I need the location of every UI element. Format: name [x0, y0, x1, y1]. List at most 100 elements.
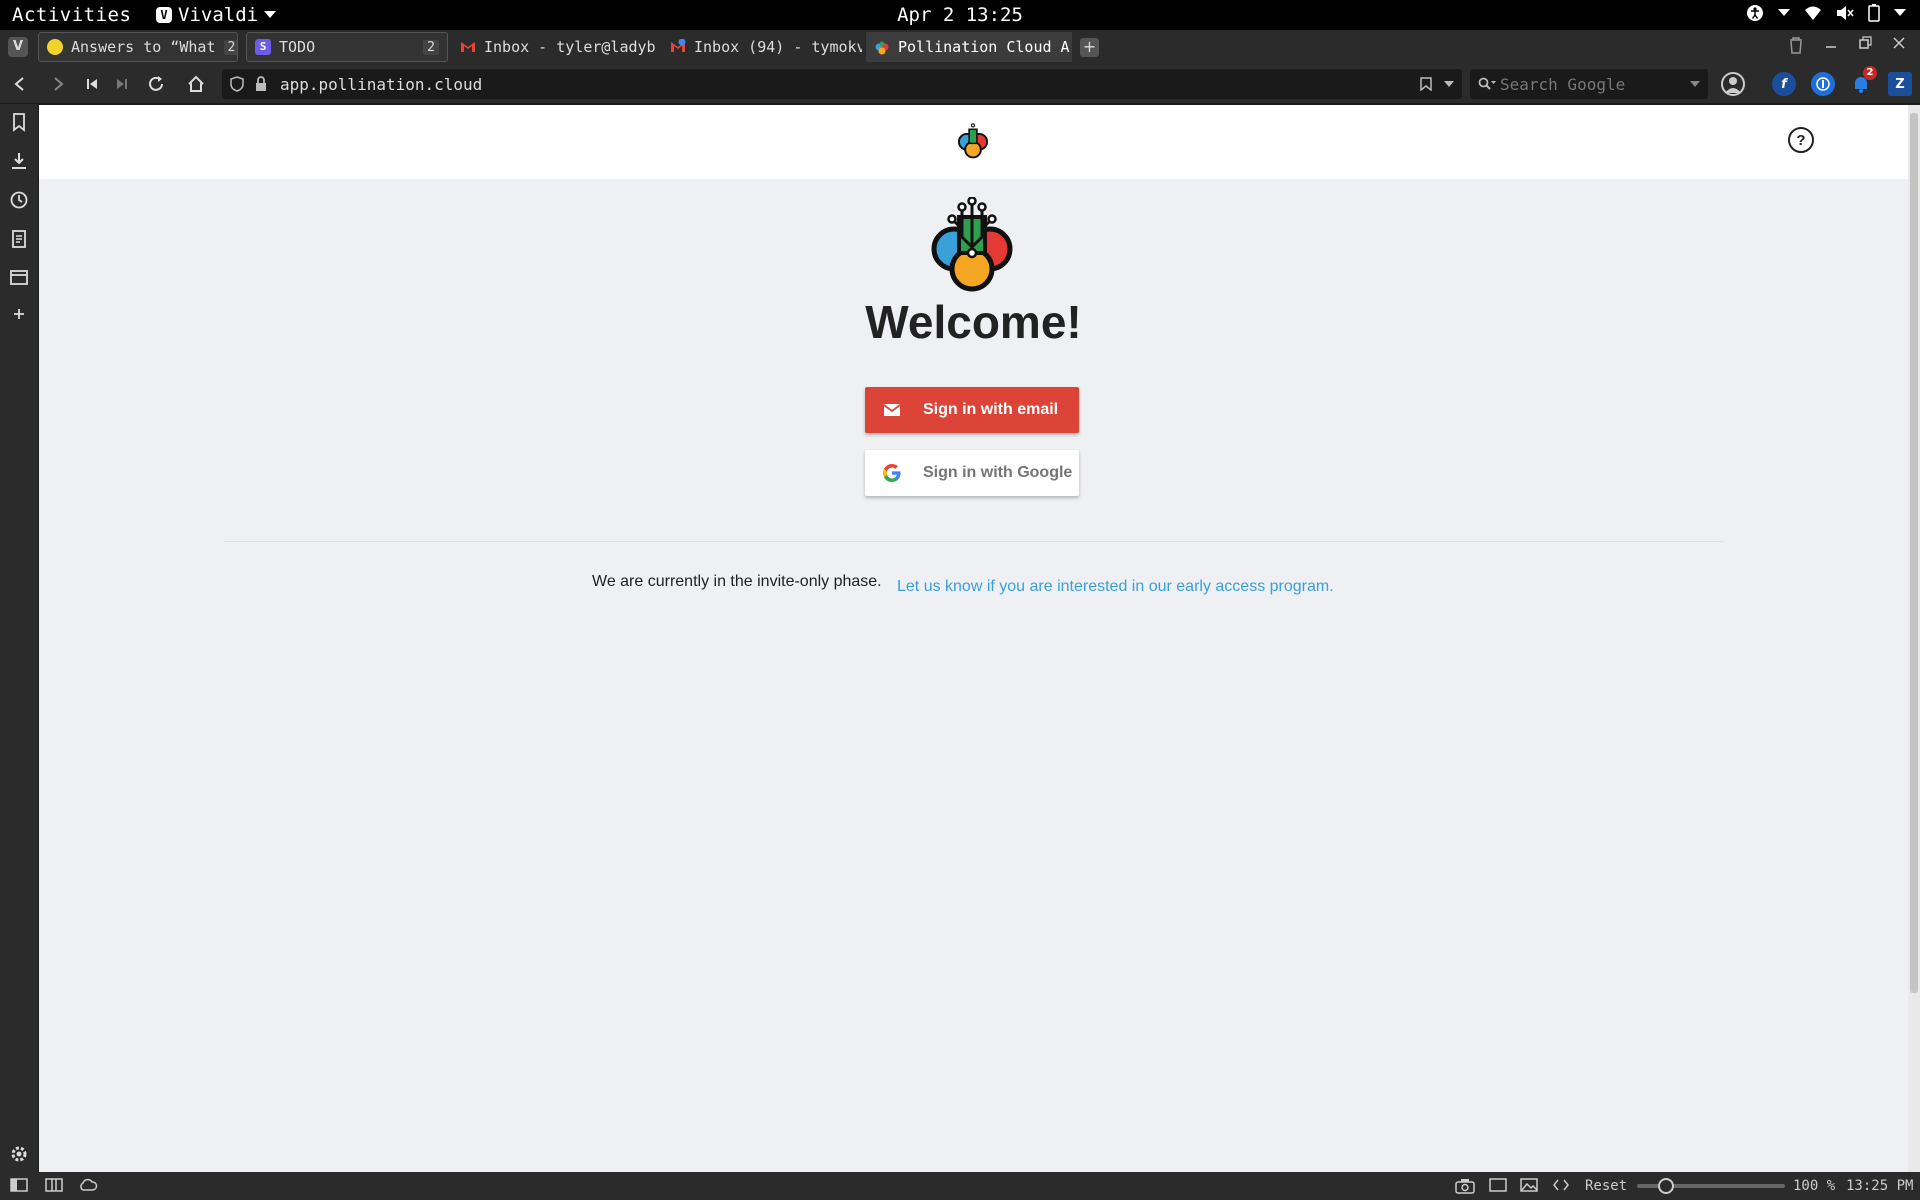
page-header: ? — [39, 105, 1908, 179]
tab-pollination-cloud[interactable]: Pollination Cloud A — [866, 32, 1072, 62]
rewind-button[interactable] — [80, 72, 104, 96]
password-manager-icon[interactable] — [1811, 72, 1835, 96]
window-panel-icon[interactable] — [9, 267, 29, 287]
side-panel — [0, 104, 38, 1172]
page-tiling-icon[interactable] — [1489, 1178, 1507, 1192]
pollination-logo-small-icon[interactable] — [956, 123, 990, 159]
chevron-down-icon — [1778, 9, 1790, 16]
tab-answers[interactable]: Answers to “What 2 — [38, 32, 238, 62]
search-input[interactable] — [1500, 73, 1680, 95]
app-menu[interactable]: V Vivaldi — [156, 4, 277, 26]
battery-icon — [1868, 4, 1880, 22]
tab-todo[interactable]: S TODO 2 — [246, 32, 448, 62]
user-icon — [1725, 77, 1741, 93]
app-menu-label: Vivaldi — [178, 4, 259, 26]
window-controls — [1788, 36, 1906, 54]
zoom-slider-handle[interactable] — [1658, 1178, 1674, 1194]
clock[interactable]: Apr 2 13:25 — [897, 4, 1023, 26]
section-divider — [224, 541, 1724, 542]
sign-in-google-button[interactable]: Sign in with Google — [865, 450, 1079, 496]
home-button[interactable] — [184, 72, 208, 96]
scrollbar-thumb[interactable] — [1910, 113, 1918, 993]
tab-stack-count: 2 — [423, 39, 439, 55]
zotero-extension-icon[interactable]: Z — [1888, 72, 1912, 96]
vivaldi-menu-icon[interactable]: V — [8, 37, 28, 57]
tab-inbox-tyler[interactable]: Inbox - tyler@ladyb — [452, 32, 662, 62]
camera-icon[interactable] — [1455, 1178, 1475, 1194]
reload-icon — [149, 76, 163, 91]
tab-title: Answers to “What — [71, 38, 216, 56]
maximize-icon[interactable] — [1858, 36, 1872, 50]
sign-in-google-label: Sign in with Google — [923, 464, 1073, 481]
site-favicon-icon — [47, 39, 63, 55]
search-field[interactable] — [1470, 69, 1708, 99]
notification-badge: 2 — [1863, 66, 1877, 80]
tab-inbox-tymokv[interactable]: Inbox (94) - tymokv — [662, 32, 862, 62]
history-panel-icon[interactable] — [9, 190, 29, 210]
page-viewport: ? Welcome! Sign in with email Sign in wi… — [39, 105, 1908, 1172]
keyhole-icon — [1816, 77, 1830, 91]
chevron-down-icon[interactable] — [1690, 81, 1700, 87]
early-access-link[interactable]: Let us know if you are interested in our… — [897, 578, 1334, 596]
google-icon — [883, 464, 901, 482]
fast-forward-button[interactable] — [110, 72, 134, 96]
rewind-icon — [87, 79, 97, 89]
forward-button[interactable] — [46, 72, 70, 96]
sign-in-email-button[interactable]: Sign in with email — [865, 387, 1079, 433]
new-tab-button[interactable]: + — [1080, 38, 1099, 57]
gmail-icon — [461, 42, 475, 52]
chevron-down-icon — [264, 11, 277, 18]
volume-muted-icon — [1837, 6, 1854, 20]
notifications-extension-icon[interactable]: 2 — [1849, 66, 1877, 96]
profile-avatar[interactable] — [1721, 72, 1745, 96]
vivaldi-icon: V — [156, 7, 172, 23]
accessibility-icon — [1747, 5, 1763, 21]
tab-title: Inbox - tyler@ladyb — [484, 38, 656, 56]
tab-stack-count: 2 — [223, 39, 237, 55]
bookmarks-panel-icon[interactable] — [9, 112, 29, 132]
panel-toggle-icon[interactable] — [10, 1178, 28, 1192]
trash-icon[interactable] — [1788, 36, 1804, 54]
system-tray[interactable] — [1746, 4, 1906, 22]
tab-title: TODO — [279, 38, 316, 56]
activities-button[interactable]: Activities — [12, 4, 131, 26]
shield-icon — [230, 76, 244, 92]
close-icon[interactable] — [1892, 36, 1906, 50]
status-clock: 13:25 PM — [1846, 1178, 1914, 1194]
zoom-reset-button[interactable]: Reset — [1585, 1178, 1627, 1194]
chevron-down-icon — [1894, 9, 1906, 16]
zoom-level: 100 % — [1793, 1178, 1836, 1194]
invite-only-notice: We are currently in the invite-only phas… — [592, 573, 882, 590]
notes-panel-icon[interactable] — [9, 229, 29, 249]
wifi-icon — [1805, 6, 1821, 20]
search-icon — [1478, 77, 1496, 90]
tab-bar: V Answers to “What 2 S TODO 2 Inbox - ty… — [0, 30, 1920, 64]
url-field[interactable]: app.pollination.cloud — [222, 69, 1462, 99]
status-bar: Reset 100 % 13:25 PM — [0, 1172, 1920, 1200]
arrow-left-icon — [14, 77, 24, 91]
settings-gear-icon[interactable] — [9, 1144, 29, 1164]
page-scrollbar[interactable] — [1908, 105, 1920, 1172]
reload-button[interactable] — [144, 72, 168, 96]
address-toolbar: app.pollination.cloud f 2 Z — [0, 64, 1920, 104]
cloud-sync-icon[interactable] — [78, 1178, 98, 1192]
pollination-favicon-icon — [875, 41, 889, 55]
pollination-logo-icon — [931, 197, 1013, 292]
mail-icon — [883, 404, 901, 416]
tab-tiling-icon[interactable] — [45, 1178, 63, 1192]
chevron-down-icon[interactable] — [1444, 81, 1454, 87]
extension-f-icon[interactable]: f — [1772, 72, 1796, 96]
code-icon[interactable] — [1553, 1178, 1569, 1192]
minimize-icon[interactable] — [1824, 36, 1838, 50]
bookmark-icon[interactable] — [1420, 77, 1432, 91]
image-icon[interactable] — [1520, 1178, 1538, 1192]
lock-icon — [256, 76, 266, 91]
back-button[interactable] — [8, 72, 32, 96]
downloads-panel-icon[interactable] — [9, 151, 29, 171]
add-panel-icon[interactable] — [9, 304, 29, 324]
zoom-slider[interactable] — [1637, 1178, 1785, 1194]
url-text: app.pollination.cloud — [280, 74, 483, 94]
home-icon — [188, 75, 204, 92]
help-button[interactable]: ? — [1788, 127, 1814, 153]
arrow-right-icon — [54, 77, 64, 91]
